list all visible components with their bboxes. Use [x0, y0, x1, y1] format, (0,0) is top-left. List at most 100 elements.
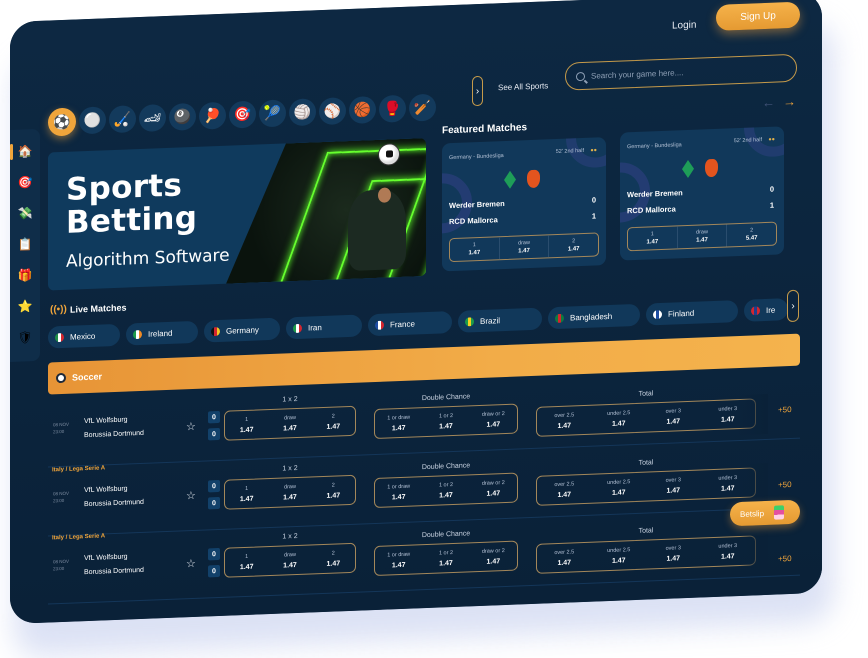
odd-button[interactable]: draw 1.47 [268, 545, 311, 575]
sport-soccer-icon[interactable]: ⚽ [48, 107, 76, 137]
odd-value: 1.47 [326, 559, 341, 568]
odd-button[interactable]: over 3 1.47 [646, 538, 701, 568]
sport-billiards-icon[interactable]: 🎱 [169, 102, 196, 131]
sports-next-button[interactable]: › [472, 75, 483, 107]
odd-button[interactable]: 1 or 2 1.47 [422, 543, 469, 573]
home-team[interactable]: VfL Wolfsburg [84, 485, 128, 494]
live-betting-icon[interactable]: 🎯 [17, 174, 33, 191]
odd-button[interactable]: under 2.5 1.47 [592, 541, 647, 571]
league-name[interactable]: Italy / Lega Serie A [52, 465, 105, 473]
betslip-button[interactable]: Betslip [730, 499, 800, 527]
odd-button[interactable]: 1 or 2 1.47 [422, 406, 469, 436]
odd-label: over 2.5 [554, 480, 575, 488]
odd-button[interactable]: 1 1.47 [450, 237, 500, 262]
odd-button[interactable]: 2 5.47 [727, 223, 776, 247]
country-name: France [390, 318, 415, 329]
sport-baseball-icon[interactable]: ⚾ [319, 97, 346, 126]
home-team[interactable]: VfL Wolfsburg [84, 416, 128, 425]
favorite-star-icon[interactable]: ☆ [186, 489, 196, 502]
favorite-star-icon[interactable]: ☆ [186, 420, 196, 433]
odd-button[interactable]: 1 or 2 1.47 [422, 475, 469, 505]
sport-boxing-icon[interactable]: 🥊 [379, 94, 406, 123]
odd-button[interactable]: over 2.5 1.47 [537, 475, 592, 505]
favorite-star-icon[interactable]: ☆ [186, 557, 196, 570]
home-team[interactable]: VfL Wolfsburg [84, 553, 128, 562]
country-tab[interactable]: Bangladesh [548, 303, 640, 330]
sport-golf-icon[interactable]: ⚪ [79, 106, 106, 135]
country-tab[interactable]: Ire [744, 298, 788, 322]
star-icon[interactable]: ⭐ [17, 298, 33, 315]
odd-button[interactable]: under 2.5 1.47 [592, 473, 647, 503]
promotions-icon[interactable]: 💸 [17, 205, 33, 222]
away-team: RCD Mallorca [449, 215, 498, 227]
gift-icon[interactable]: 🎁 [17, 267, 33, 284]
odd-label: 2 [331, 413, 335, 420]
odd-button[interactable]: 1 1.47 [225, 479, 268, 509]
odd-button[interactable]: draw 1.47 [677, 224, 728, 249]
odd-button[interactable]: over 3 1.47 [646, 401, 701, 431]
country-tab[interactable]: Germany [204, 317, 280, 343]
login-link[interactable]: Login [672, 20, 696, 32]
country-tab[interactable]: Iran [286, 314, 362, 340]
odd-button[interactable]: 1 1.47 [628, 226, 678, 251]
see-all-sports-link[interactable]: See All Sports [498, 81, 548, 92]
odd-label: 1 or 2 [438, 412, 454, 420]
home-icon[interactable]: 🏠 [17, 143, 33, 160]
featured-match-card[interactable]: Germany - Bundesliga 52' 2nd half ●● Wer… [620, 126, 784, 261]
odd-button[interactable]: 2 1.47 [549, 233, 598, 257]
odd-value: 1.47 [646, 239, 659, 246]
sport-cricket-icon[interactable]: 🏏 [409, 93, 436, 122]
country-tab[interactable]: Mexico [48, 323, 120, 349]
sport-tennis-icon[interactable]: 🎾 [259, 99, 286, 128]
country-tab[interactable]: France [368, 311, 452, 337]
country-tab[interactable]: Brazil [458, 307, 542, 333]
odd-label: draw [284, 551, 296, 558]
sport-volleyball-icon[interactable]: 🏐 [289, 98, 316, 127]
odd-value: 1.47 [666, 486, 681, 495]
sport-motorsport-icon[interactable]: 🏎 [139, 104, 166, 133]
more-markets-link[interactable]: +50 [778, 480, 792, 490]
odd-button[interactable]: 1 or draw 1.47 [375, 545, 422, 575]
odd-button[interactable]: over 2.5 1.47 [537, 543, 592, 573]
odd-button[interactable]: over 2.5 1.47 [537, 406, 592, 436]
away-team[interactable]: Borussia Dortmund [84, 430, 144, 439]
app-screen: Login Sign Up 🏠 🎯 💸 📋 🎁 ⭐ 🛡 ⚽ ⚪ 🏑 🏎 🎱 🏓 … [10, 0, 822, 625]
odd-button[interactable]: over 3 1.47 [646, 470, 701, 500]
shield-icon[interactable]: 🛡 [17, 329, 33, 346]
odd-button[interactable]: 2 1.47 [312, 407, 355, 437]
sport-basketball-icon[interactable]: 🏀 [349, 95, 376, 124]
odd-button[interactable]: draw or 2 1.47 [470, 542, 517, 572]
odd-button[interactable]: draw or 2 1.47 [470, 474, 517, 504]
away-team[interactable]: Borussia Dortmund [84, 499, 144, 508]
league-name[interactable]: Italy / Lega Serie A [52, 533, 105, 541]
results-icon[interactable]: 📋 [17, 236, 33, 253]
sport-table-tennis-icon[interactable]: 🏓 [199, 101, 226, 130]
odd-button[interactable]: draw 1.47 [268, 408, 311, 438]
more-markets-link[interactable]: +50 [778, 405, 792, 415]
odd-button[interactable]: draw 1.47 [499, 235, 550, 260]
more-markets-link[interactable]: +50 [778, 554, 792, 564]
sport-darts-icon[interactable]: 🎯 [229, 100, 256, 129]
odd-button[interactable]: draw 1.47 [268, 477, 311, 507]
odd-button[interactable]: 1 1.47 [225, 410, 268, 440]
arrow-right-icon[interactable]: → [783, 94, 796, 109]
countries-next-button[interactable]: › [787, 289, 799, 323]
signup-button[interactable]: Sign Up [716, 1, 800, 31]
odd-button[interactable]: under 2.5 1.47 [592, 404, 647, 434]
odd-label: 1 or draw [387, 414, 411, 422]
home-score: 0 [208, 547, 220, 561]
odd-button[interactable]: draw or 2 1.47 [470, 405, 517, 435]
odd-button[interactable]: 1 or draw 1.47 [375, 477, 422, 507]
away-team[interactable]: Borussia Dortmund [84, 567, 144, 576]
country-tab[interactable]: Ireland [126, 320, 198, 346]
odd-button[interactable]: 1 or draw 1.47 [375, 408, 422, 438]
market-total: over 2.5 1.47 under 2.5 1.47 over 3 1.47 under… [536, 467, 756, 506]
sport-hockey-icon[interactable]: 🏑 [109, 105, 136, 134]
odd-button[interactable]: 2 1.47 [312, 476, 355, 506]
country-tab[interactable]: Finland [646, 300, 738, 326]
arrow-left-icon[interactable]: ← [762, 95, 775, 110]
odd-button[interactable]: 2 1.47 [312, 544, 355, 574]
odd-button[interactable]: 1 1.47 [225, 547, 268, 577]
featured-match-card[interactable]: Germany - Bundesliga 52' 2nd half ●● Wer… [442, 137, 606, 272]
promo-banner[interactable]: Sports Betting Algorithm Software [48, 138, 426, 291]
